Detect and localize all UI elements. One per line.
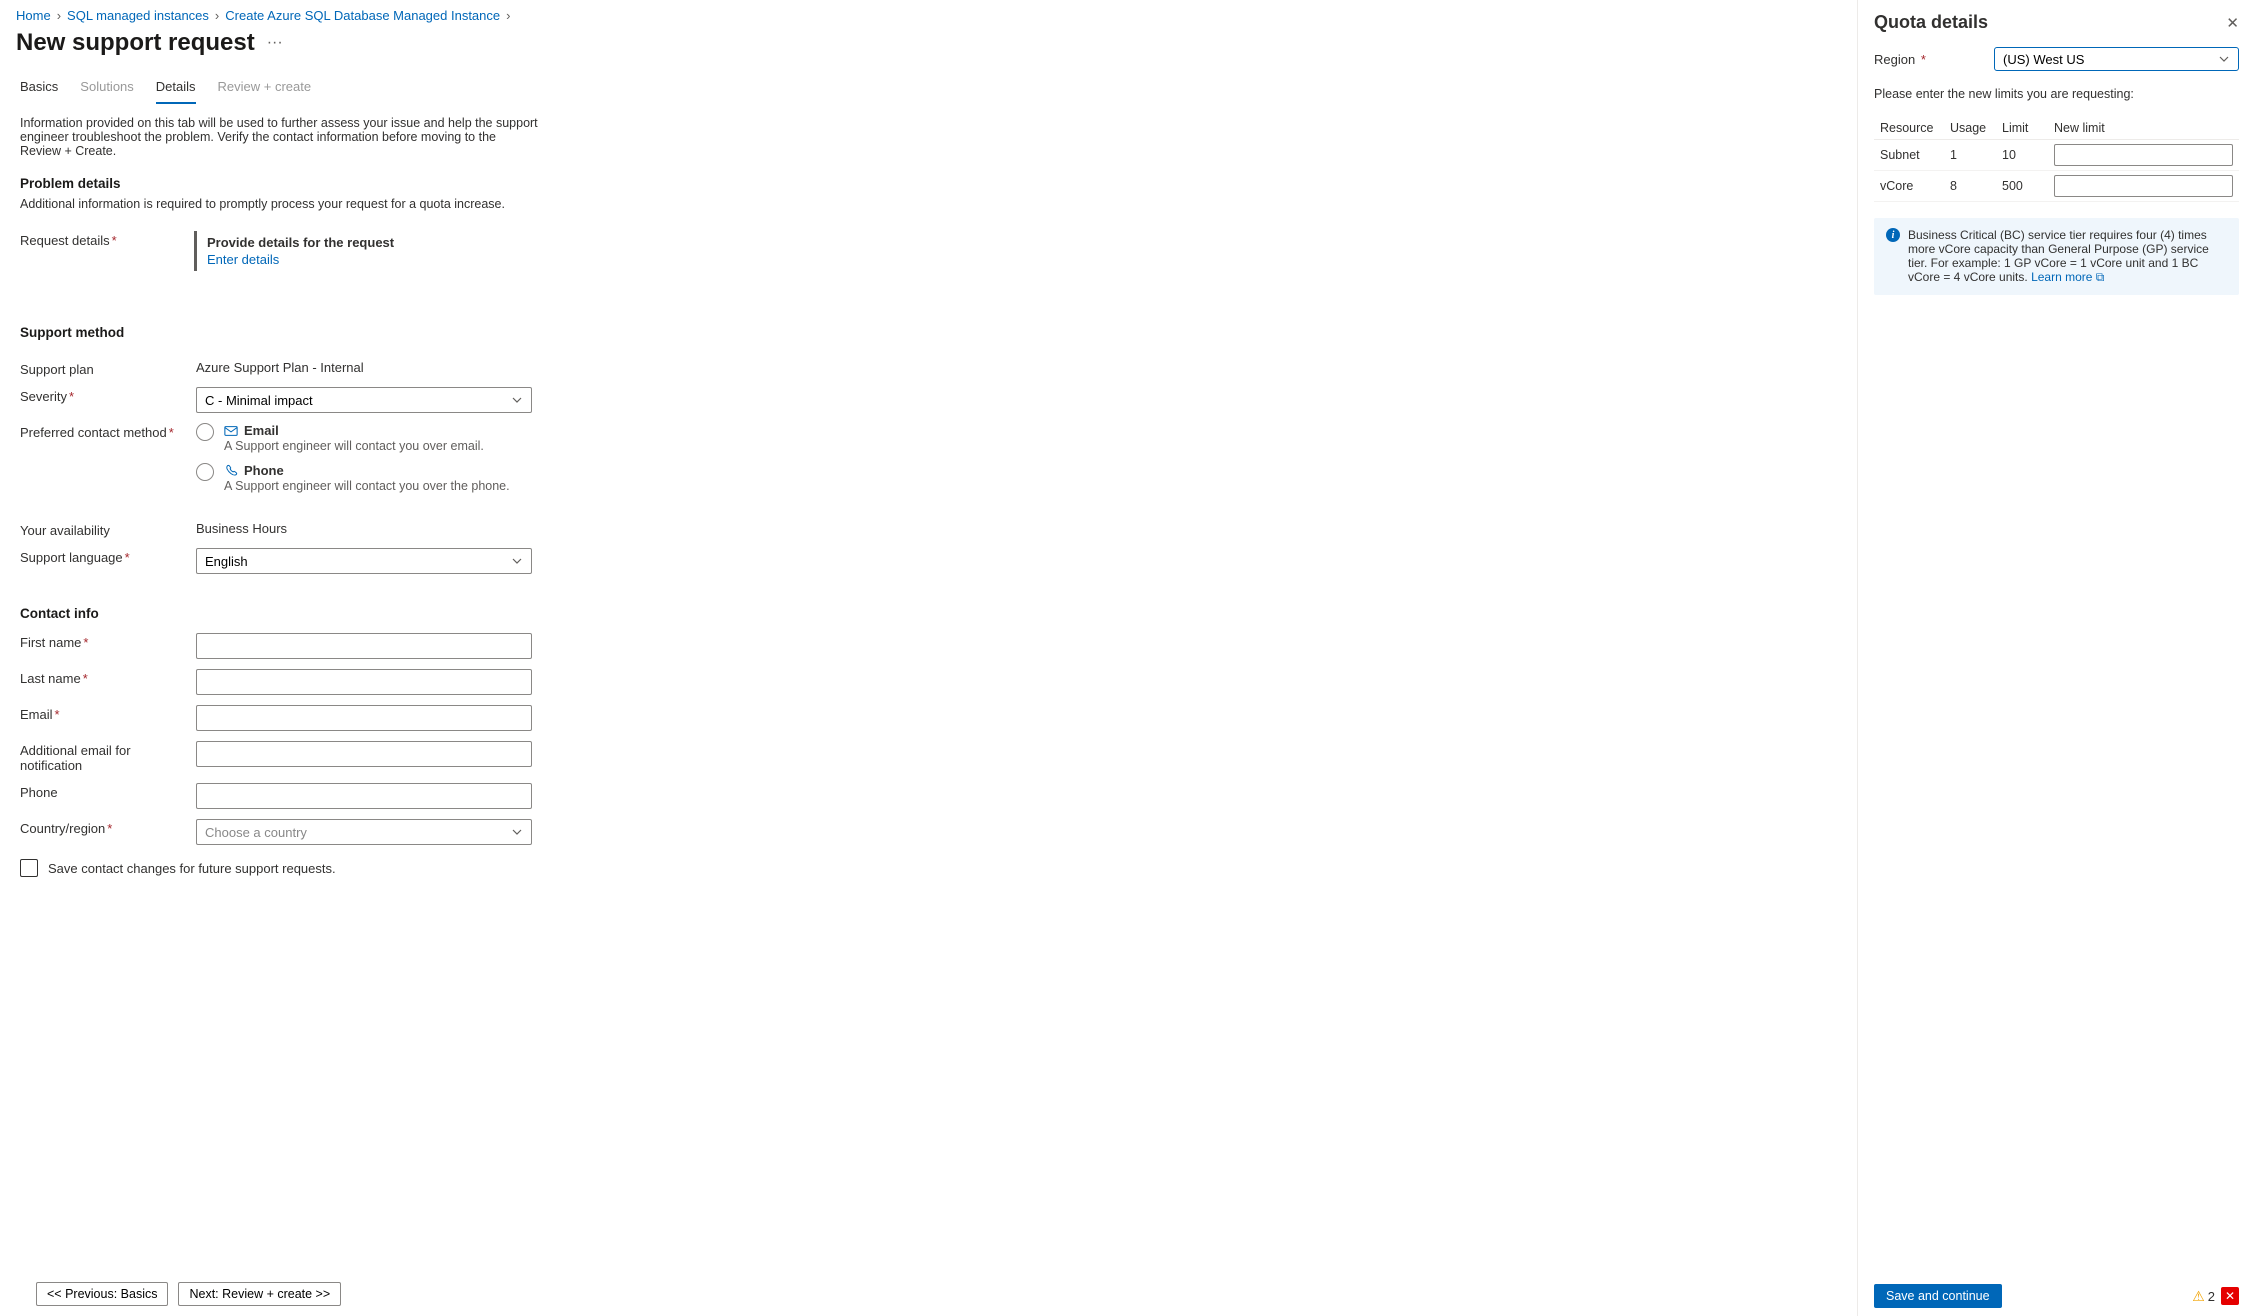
availability-value: Business Hours	[196, 521, 287, 536]
cell-limit: 10	[2002, 148, 2054, 162]
email-input[interactable]	[196, 705, 532, 731]
email-radio[interactable]	[196, 423, 214, 441]
page-title: New support request	[16, 29, 255, 57]
panel-title: Quota details	[1874, 12, 1988, 33]
support-plan-label: Support plan	[20, 360, 196, 377]
save-contact-label: Save contact changes for future support …	[48, 861, 336, 876]
col-new-limit: New limit	[2054, 121, 2233, 135]
learn-more-link[interactable]: Learn more ⧉	[2031, 270, 2104, 284]
first-name-input[interactable]	[196, 633, 532, 659]
next-button[interactable]: Next: Review + create >>	[178, 1282, 341, 1306]
close-icon[interactable]: ✕	[2226, 14, 2239, 32]
breadcrumb: Home › SQL managed instances › Create Az…	[0, 0, 1857, 27]
table-row: vCore 8 500	[1874, 171, 2239, 202]
cell-usage: 8	[1950, 179, 2002, 193]
support-plan-value: Azure Support Plan - Internal	[196, 360, 364, 375]
warning-icon: ⚠	[2192, 1288, 2205, 1305]
quota-details-panel: Quota details ✕ Region * (US) West US Pl…	[1857, 0, 2255, 1316]
cell-resource: vCore	[1880, 179, 1950, 193]
warning-count: 2	[2208, 1289, 2215, 1304]
tab-details[interactable]: Details	[156, 73, 196, 104]
intro-text: Information provided on this tab will be…	[20, 116, 540, 158]
phone-input[interactable]	[196, 783, 532, 809]
col-resource: Resource	[1880, 121, 1950, 135]
request-details-label: Request details*	[20, 231, 196, 248]
language-label: Support language*	[20, 548, 196, 565]
phone-radio[interactable]	[196, 463, 214, 481]
request-details-title: Provide details for the request	[207, 235, 394, 250]
additional-email-label: Additional email for notification	[20, 743, 131, 773]
first-name-label: First name	[20, 635, 81, 650]
severity-select[interactable]: C - Minimal impact	[196, 387, 532, 413]
contact-info-heading: Contact info	[20, 606, 1837, 621]
col-usage: Usage	[1950, 121, 2002, 135]
tabs: Basics Solutions Details Review + create	[0, 67, 1857, 104]
enter-details-link[interactable]: Enter details	[207, 252, 394, 267]
phone-icon	[224, 464, 238, 478]
severity-label: Severity*	[20, 387, 196, 404]
vcore-new-limit-input[interactable]	[2054, 175, 2233, 197]
info-callout: i Business Critical (BC) service tier re…	[1874, 218, 2239, 295]
table-row: Subnet 1 10	[1874, 140, 2239, 171]
chevron-right-icon: ›	[215, 8, 219, 23]
problem-subtext: Additional information is required to pr…	[20, 197, 1837, 211]
breadcrumb-home[interactable]: Home	[16, 8, 51, 23]
close-icon: ✕	[2225, 1289, 2235, 1303]
breadcrumb-sql-mi[interactable]: SQL managed instances	[67, 8, 209, 23]
panel-note: Please enter the new limits you are requ…	[1874, 87, 2239, 101]
save-contact-checkbox[interactable]	[20, 859, 38, 877]
phone-option-label: Phone	[244, 463, 284, 478]
country-select[interactable]: Choose a country	[196, 819, 532, 845]
email-option-label: Email	[244, 423, 279, 438]
last-name-label: Last name	[20, 671, 81, 686]
region-select[interactable]: (US) West US	[1994, 47, 2239, 71]
previous-button[interactable]: << Previous: Basics	[36, 1282, 168, 1306]
chevron-right-icon: ›	[506, 8, 510, 23]
col-limit: Limit	[2002, 121, 2054, 135]
mail-icon	[224, 424, 238, 438]
cell-limit: 500	[2002, 179, 2054, 193]
more-icon[interactable]: ···	[267, 34, 283, 52]
phone-label: Phone	[20, 785, 58, 800]
last-name-input[interactable]	[196, 669, 532, 695]
warning-badge[interactable]: ⚠ 2	[2192, 1288, 2215, 1305]
problem-details-heading: Problem details	[20, 176, 1837, 191]
chevron-right-icon: ›	[57, 8, 61, 23]
cell-usage: 1	[1950, 148, 2002, 162]
region-label: Region	[1874, 52, 1915, 67]
tab-review[interactable]: Review + create	[218, 73, 312, 104]
subnet-new-limit-input[interactable]	[2054, 144, 2233, 166]
email-option-sub: A Support engineer will contact you over…	[224, 439, 484, 453]
tab-basics[interactable]: Basics	[20, 73, 58, 104]
tab-solutions[interactable]: Solutions	[80, 73, 133, 104]
availability-label: Your availability	[20, 521, 196, 538]
support-method-heading: Support method	[20, 325, 1837, 340]
error-badge[interactable]: ✕	[2221, 1287, 2239, 1305]
language-select[interactable]: English	[196, 548, 532, 574]
save-continue-button[interactable]: Save and continue	[1874, 1284, 2002, 1308]
country-label: Country/region	[20, 821, 105, 836]
breadcrumb-create[interactable]: Create Azure SQL Database Managed Instan…	[225, 8, 500, 23]
cell-resource: Subnet	[1880, 148, 1950, 162]
phone-option-sub: A Support engineer will contact you over…	[224, 479, 510, 493]
info-icon: i	[1886, 228, 1900, 242]
email-label: Email	[20, 707, 53, 722]
contact-method-label: Preferred contact method*	[20, 423, 196, 440]
additional-email-input[interactable]	[196, 741, 532, 767]
